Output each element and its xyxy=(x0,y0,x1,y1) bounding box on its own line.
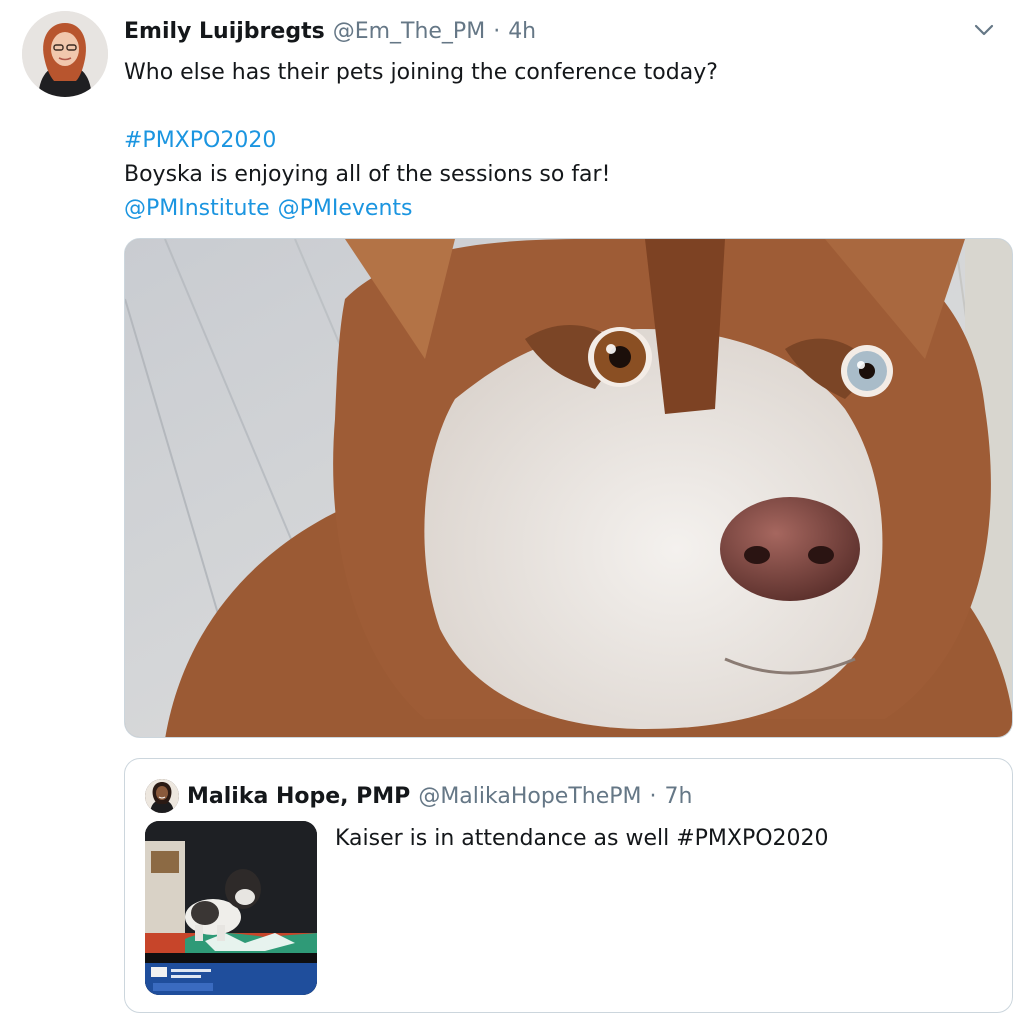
husky-photo xyxy=(125,239,1012,737)
quoted-tweet-timestamp: 7h xyxy=(664,783,693,809)
author-avatar[interactable] xyxy=(22,11,108,97)
tweet-timestamp[interactable]: 4h xyxy=(508,19,536,44)
tweet-header: Emily Luijbregts @Em_The_PM · 4h xyxy=(124,14,536,48)
separator-dot: · xyxy=(649,783,657,809)
tweet-text-line: Boyska is enjoying all of the sessions s… xyxy=(124,162,611,187)
quoted-author-handle: @MalikaHopeThePM xyxy=(418,783,642,809)
mention-link-pminstitute[interactable]: @PMInstitute xyxy=(124,196,270,221)
quoted-avatar-image xyxy=(145,779,179,813)
hashtag-link[interactable]: #PMXPO2020 xyxy=(124,128,276,153)
quoted-tweet[interactable]: Malika Hope, PMP @MalikaHopeThePM · 7h K… xyxy=(124,758,1013,1013)
quoted-tweet-photo[interactable] xyxy=(145,821,317,995)
quoted-author-name: Malika Hope, PMP xyxy=(187,783,411,809)
quoted-author-avatar[interactable] xyxy=(145,779,179,813)
dog-on-laptop-photo xyxy=(145,821,317,995)
chevron-down-icon[interactable] xyxy=(970,16,998,44)
tweet-photo[interactable] xyxy=(124,238,1013,738)
author-handle[interactable]: @Em_The_PM xyxy=(333,19,486,44)
mention-link-pmievents[interactable]: @PMIevents xyxy=(278,196,413,221)
quoted-tweet-header: Malika Hope, PMP @MalikaHopeThePM · 7h xyxy=(187,779,692,813)
quoted-tweet-text: Kaiser is in attendance as well #PMXPO20… xyxy=(335,826,829,851)
author-name[interactable]: Emily Luijbregts xyxy=(124,19,325,44)
tweet-text: Who else has their pets joining the conf… xyxy=(124,56,994,226)
tweet-text-line: Who else has their pets joining the conf… xyxy=(124,60,718,85)
separator-dot: · xyxy=(493,18,501,44)
author-avatar-image xyxy=(22,11,108,97)
